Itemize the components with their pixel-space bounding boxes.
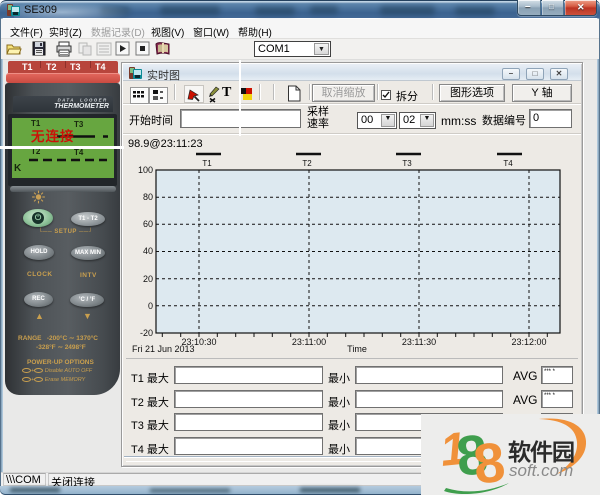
svg-text:Time: Time <box>347 344 367 354</box>
svg-text:T4: T4 <box>503 159 513 168</box>
svg-text:40: 40 <box>143 246 153 256</box>
svg-text:Fri 21 Jun 2013: Fri 21 Jun 2013 <box>132 344 195 354</box>
svg-text:100: 100 <box>138 165 153 175</box>
svg-text:soft.com: soft.com <box>509 461 573 480</box>
svg-text:23:11:30: 23:11:30 <box>402 337 436 347</box>
svg-text:60: 60 <box>143 219 153 229</box>
svg-text:20: 20 <box>143 274 153 284</box>
svg-text:0: 0 <box>148 301 153 311</box>
svg-text:80: 80 <box>143 192 153 202</box>
svg-text:T3: T3 <box>402 159 412 168</box>
svg-text:23:11:00: 23:11:00 <box>292 337 326 347</box>
svg-text:T1: T1 <box>202 159 212 168</box>
svg-text:-20: -20 <box>140 328 153 338</box>
svg-text:8: 8 <box>470 430 508 495</box>
svg-text:T2: T2 <box>302 159 312 168</box>
svg-text:23:12:00: 23:12:00 <box>511 337 546 347</box>
